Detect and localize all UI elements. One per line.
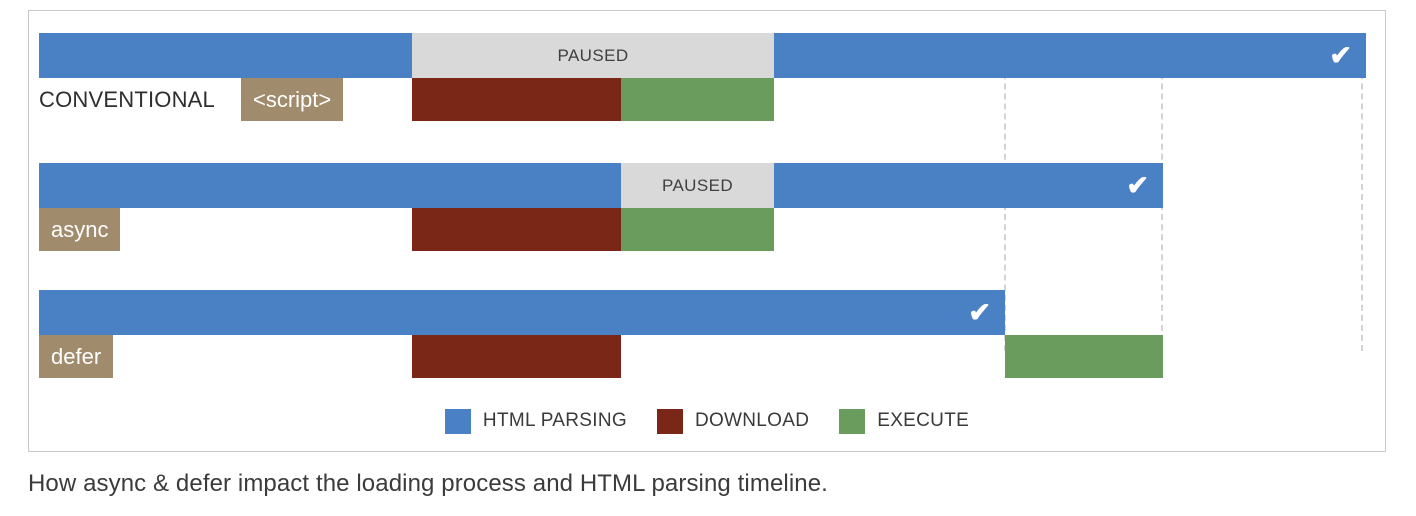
script-tag-badge: <script> — [241, 78, 344, 121]
check-icon: ✔ — [1329, 40, 1352, 70]
paused-label: PAUSED — [557, 45, 629, 65]
segment-execute — [1005, 335, 1163, 378]
segment-html-parsing: ✔ — [774, 33, 1366, 78]
legend-label-html-parsing: HTML PARSING — [482, 410, 627, 431]
legend: HTML PARSING DOWNLOAD EXECUTE — [29, 401, 1385, 441]
legend-swatch-execute — [839, 408, 866, 434]
segment-html-parsing — [39, 163, 621, 208]
segment-html-parsing — [39, 33, 412, 78]
segment-execute — [621, 208, 774, 251]
segment-execute — [621, 78, 774, 121]
segment-download — [412, 335, 621, 378]
timeline-panel: PAUSED ✔ CONVENTIONAL <script> PAUSED ✔ … — [28, 10, 1386, 452]
check-icon: ✔ — [968, 297, 991, 327]
row-conventional-parse-track: PAUSED ✔ — [29, 33, 1385, 78]
defer-tag-badge: defer — [39, 335, 114, 378]
legend-swatch-html-parsing — [444, 408, 471, 434]
legend-item-html-parsing: HTML PARSING — [444, 408, 627, 434]
legend-item-execute: EXECUTE — [839, 408, 970, 434]
segment-paused: PAUSED — [412, 33, 774, 78]
row-async-parse-track: PAUSED ✔ — [29, 163, 1385, 208]
row-async-work-track: async — [29, 208, 1385, 251]
segment-download — [412, 78, 621, 121]
row-label-conventional: CONVENTIONAL — [39, 86, 215, 112]
async-defer-timeline-figure: PAUSED ✔ CONVENTIONAL <script> PAUSED ✔ … — [0, 0, 1416, 516]
row-conventional-work-track: CONVENTIONAL <script> — [29, 78, 1385, 121]
paused-label: PAUSED — [661, 175, 734, 195]
segment-html-parsing: ✔ — [39, 290, 1005, 335]
async-tag-badge: async — [39, 208, 121, 251]
figure-caption: How async & defer impact the loading pro… — [28, 470, 828, 497]
legend-label-download: DOWNLOAD — [694, 410, 810, 431]
row-defer-parse-track: ✔ — [29, 290, 1385, 335]
legend-item-download: DOWNLOAD — [656, 408, 810, 434]
segment-html-parsing: ✔ — [774, 163, 1163, 208]
legend-swatch-download — [656, 408, 683, 434]
segment-paused: PAUSED — [621, 163, 774, 208]
legend-label-execute: EXECUTE — [877, 410, 970, 431]
check-icon: ✔ — [1126, 170, 1149, 200]
row-defer-work-track: defer — [29, 335, 1385, 378]
segment-download — [412, 208, 621, 251]
